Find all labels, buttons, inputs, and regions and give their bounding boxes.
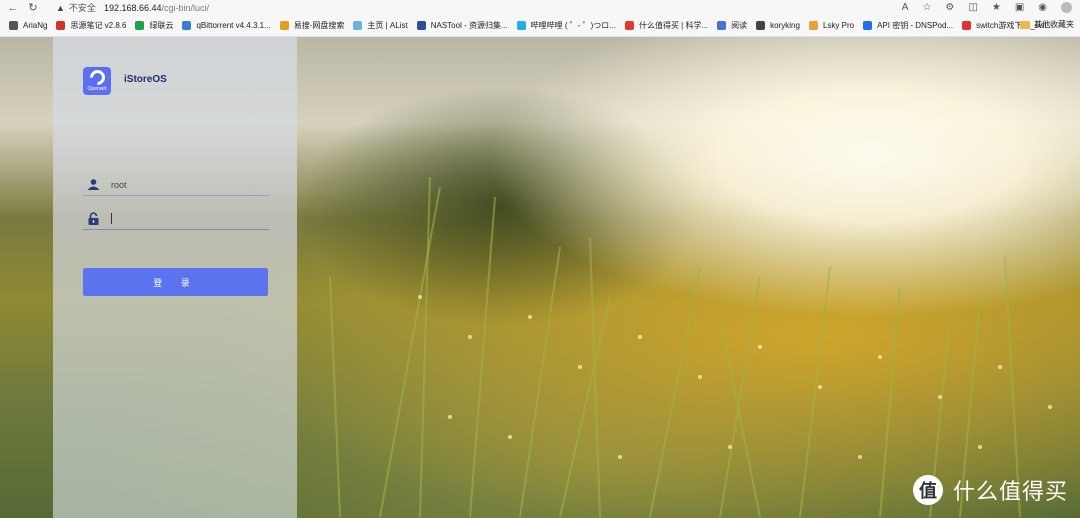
bookmark-favicon-icon xyxy=(9,21,18,30)
extensions-icon[interactable]: ⚙ xyxy=(945,2,954,13)
password-input[interactable] xyxy=(111,210,261,227)
logo-ring-icon xyxy=(86,66,108,89)
profile-avatar[interactable] xyxy=(1061,2,1072,13)
other-bookmarks-label: 其他收藏夹 xyxy=(1034,20,1074,29)
bookmark-favicon-icon xyxy=(717,21,727,30)
security-label[interactable]: 不安全 xyxy=(69,1,96,14)
bookmark-label: AriaNg xyxy=(23,21,48,30)
warning-icon[interactable]: ▲ xyxy=(56,3,65,13)
password-field[interactable] xyxy=(83,208,269,230)
login-page-background: Openwrt iStoreOS 登 录 值 什么值得买 xyxy=(0,37,1080,518)
bookmark-item[interactable]: 思源笔记 v2.8.6 xyxy=(56,20,126,31)
bookmark-item[interactable]: AriaNg xyxy=(9,21,47,30)
bookmark-label: qBittorrent v4.4.3.1... xyxy=(196,21,271,30)
lock-icon xyxy=(83,212,103,225)
bookmark-favicon-icon xyxy=(516,21,526,30)
login-button[interactable]: 登 录 xyxy=(83,268,268,296)
url-text[interactable]: 192.168.66.44/cgi-bin/luci/ xyxy=(104,3,209,13)
bookmark-favicon-icon xyxy=(624,21,634,30)
bookmark-label: 思源笔记 v2.8.6 xyxy=(70,21,127,30)
bookmark-item[interactable]: 主页 | AList xyxy=(353,20,408,31)
bookmark-item[interactable]: koryking xyxy=(756,21,800,30)
bookmark-label: 易搜-网盘搜索 xyxy=(293,21,345,30)
bookmark-label: Lsky Pro xyxy=(822,21,855,30)
bookmark-item[interactable]: 易搜-网盘搜索 xyxy=(279,20,345,31)
reload-icon[interactable]: ↻ xyxy=(26,1,40,15)
istoreos-logo: Openwrt xyxy=(83,66,111,95)
watermark: 值 什么值得买 xyxy=(912,474,1068,506)
folder-icon xyxy=(1020,20,1030,29)
favorites-icon[interactable]: ★ xyxy=(992,2,1001,13)
logo-caption: Openwrt xyxy=(87,86,107,92)
bookmark-item[interactable]: Lsky Pro xyxy=(808,21,855,30)
bookmark-item[interactable]: 阅读 xyxy=(717,20,747,31)
bookmark-item[interactable]: 什么值得买 | 科学... xyxy=(624,20,709,31)
username-field[interactable] xyxy=(83,174,269,196)
bookmark-label: koryking xyxy=(770,21,800,30)
bookmark-favicon-icon xyxy=(56,21,66,30)
login-panel: Openwrt iStoreOS 登 录 xyxy=(53,37,297,518)
watermark-text: 什么值得买 xyxy=(952,479,1068,504)
bookmark-label: 哔哩哔哩 ( ゜- ゜)つロ... xyxy=(530,21,616,30)
bookmarks-bar: AriaNg 思源笔记 v2.8.6 绿联云 qBittorrent v4.4.3.1… xyxy=(0,15,1080,37)
bookmark-item[interactable]: qBittorrent v4.4.3.1... xyxy=(182,21,271,30)
bookmark-favicon-icon xyxy=(756,21,766,30)
bookmark-favicon-icon xyxy=(416,21,426,30)
bookmark-label: 阅读 xyxy=(731,21,748,30)
bookmark-item[interactable]: 哔哩哔哩 ( ゜- ゜)つロ... xyxy=(516,20,616,31)
bookmark-label: NASTool - 资源归集... xyxy=(430,21,508,30)
brand-title: iStoreOS xyxy=(124,74,167,85)
browser-essentials-icon[interactable]: ◉ xyxy=(1038,2,1047,13)
bookmark-favicon-icon xyxy=(353,21,363,30)
collections-icon[interactable]: ▣ xyxy=(1015,2,1024,13)
bookmark-favicon-icon xyxy=(182,21,192,30)
bookmark-item[interactable]: API 密钥 - DNSPod... xyxy=(863,20,953,31)
bookmark-favicon-icon xyxy=(279,21,289,30)
other-bookmarks-folder[interactable]: 其他收藏夹 xyxy=(1020,19,1074,30)
text-cursor xyxy=(111,213,112,224)
bookmark-favicon-icon xyxy=(962,21,972,30)
bookmark-favicon-icon xyxy=(135,21,145,30)
bookmark-item[interactable]: NASTool - 资源归集... xyxy=(416,20,508,31)
bookmark-label: API 密钥 - DNSPod... xyxy=(877,21,954,30)
username-input[interactable] xyxy=(111,176,261,193)
back-icon[interactable]: ← xyxy=(6,1,20,15)
bookmark-favicon-icon xyxy=(808,21,818,30)
bookmark-label: 主页 | AList xyxy=(367,21,408,30)
bookmark-label: 什么值得买 | 科学... xyxy=(638,21,709,30)
split-screen-icon[interactable]: ◫ xyxy=(968,2,977,13)
user-icon xyxy=(83,179,103,190)
browser-address-bar: ← ↻ ▲ 不安全 192.168.66.44/cgi-bin/luci/ A … xyxy=(0,0,1080,15)
bookmark-label: 绿联云 xyxy=(149,21,174,30)
favorite-star-icon[interactable]: ☆ xyxy=(922,2,931,13)
bookmark-favicon-icon xyxy=(863,21,873,30)
read-aloud-icon[interactable]: A xyxy=(902,2,909,13)
url-field[interactable]: ▲ 不安全 192.168.66.44/cgi-bin/luci/ xyxy=(56,1,209,15)
watermark-logo-icon: 值 xyxy=(912,475,943,505)
bookmark-item[interactable]: 绿联云 xyxy=(135,20,173,31)
